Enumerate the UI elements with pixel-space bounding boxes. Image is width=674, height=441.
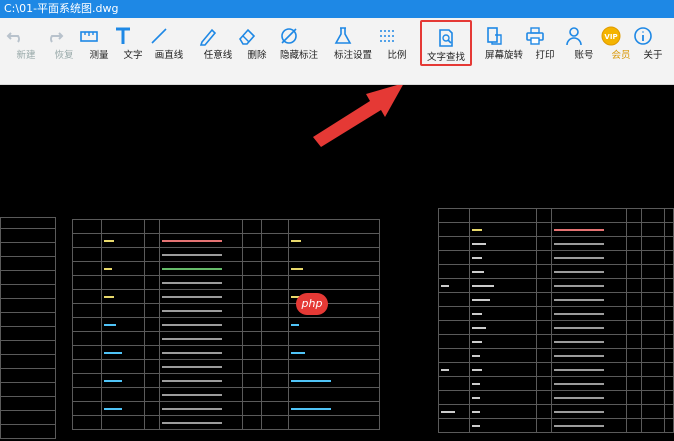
printer-icon — [526, 27, 544, 45]
line-icon — [151, 28, 167, 44]
erase-label: 删除 — [247, 50, 267, 61]
search-doc-icon — [439, 29, 453, 47]
rotate-icon — [487, 27, 502, 45]
hide-icon — [281, 28, 297, 44]
flask-icon — [334, 27, 352, 44]
find-text-button[interactable]: 文字查找 — [420, 20, 472, 66]
user-icon — [566, 27, 582, 46]
undo-label: 新建 — [16, 50, 36, 61]
hide-mark-button[interactable]: 隐藏标注 — [278, 20, 320, 64]
text-icon — [116, 27, 130, 44]
erase-button[interactable]: 删除 — [236, 20, 278, 64]
title-bar: C:\01-平面系统图.dwg — [0, 0, 674, 18]
print-label: 打印 — [535, 50, 555, 61]
info-icon — [634, 27, 652, 45]
redo-icon — [50, 32, 64, 43]
print-button[interactable]: 打印 — [524, 20, 566, 64]
freeline-button[interactable]: 任意线 — [197, 20, 239, 64]
undo-button[interactable]: 新建 — [5, 20, 47, 64]
scale-label: 比例 — [387, 50, 407, 61]
find-text-label: 文字查找 — [426, 52, 465, 63]
vip-badge-text: VIP — [604, 33, 617, 41]
hide-mark-label: 隐藏标注 — [279, 50, 318, 61]
mark-settings-button[interactable]: 标注设置 — [332, 20, 374, 64]
undo-icon — [6, 32, 20, 43]
account-label: 账号 — [574, 50, 594, 61]
drawing-canvas[interactable]: php — [0, 85, 674, 441]
rotate-button[interactable]: 屏幕旋转 — [482, 20, 526, 64]
eraser-icon — [239, 28, 256, 45]
about-button[interactable]: 关于 — [632, 20, 674, 64]
window-title: C:\01-平面系统图.dwg — [4, 2, 119, 15]
rotate-label: 屏幕旋转 — [484, 50, 523, 61]
toolbar: 新建 恢复 测量 文字 画直线 任意线 删除 隐藏标注 标注设置 比例 文字查找 — [0, 18, 674, 85]
vip-icon: VIP — [601, 26, 621, 46]
line-label: 画直线 — [154, 50, 184, 61]
pencil-icon — [199, 28, 217, 46]
ruler-icon — [80, 31, 98, 42]
about-label: 关于 — [643, 50, 663, 61]
watermark-badge: php — [296, 293, 328, 315]
line-button[interactable]: 画直线 — [148, 20, 190, 64]
annotation-arrow — [313, 85, 403, 147]
scale-button[interactable]: 比例 — [376, 20, 418, 64]
freeline-label: 任意线 — [203, 50, 233, 61]
mark-settings-label: 标注设置 — [333, 50, 372, 61]
account-button[interactable]: 账号 — [563, 20, 605, 64]
scale-icon — [380, 30, 394, 42]
